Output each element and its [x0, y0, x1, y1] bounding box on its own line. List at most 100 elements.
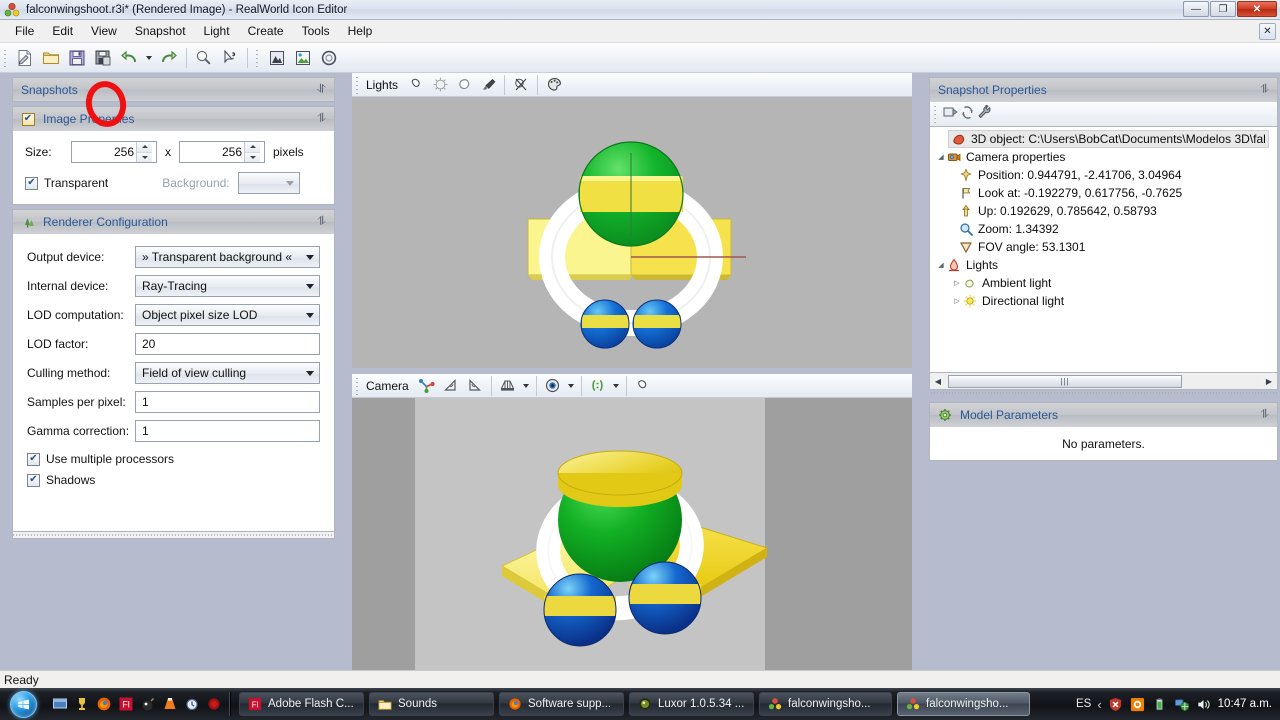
chevron-down-icon[interactable]: [281, 173, 299, 193]
width-spinner[interactable]: [71, 141, 157, 163]
new-icon[interactable]: [12, 45, 38, 71]
volume-icon[interactable]: [1196, 696, 1212, 712]
network-icon[interactable]: [1174, 696, 1190, 712]
model-parameters-header[interactable]: Model Parameters ⥮: [929, 402, 1278, 427]
expander-icon[interactable]: ▷: [952, 297, 962, 305]
scroll-right-arrow-icon[interactable]: ▶: [1261, 374, 1277, 389]
task-falconwingshoot-2[interactable]: falconwingsho...: [897, 692, 1030, 716]
light-bulb-icon[interactable]: [191, 45, 217, 71]
expander-icon[interactable]: ▷: [952, 279, 962, 287]
width-input[interactable]: [72, 143, 136, 161]
spot-light-icon[interactable]: [476, 74, 500, 96]
select-pointer-icon[interactable]: [217, 45, 243, 71]
tray-expand-chevron-icon[interactable]: ‹: [1097, 697, 1101, 712]
snapshot-panel-resize-grip[interactable]: [929, 390, 1278, 396]
lod-factor-input[interactable]: 20: [135, 333, 320, 355]
width-decrement-button[interactable]: [137, 152, 152, 162]
shadows-checkbox[interactable]: [27, 473, 40, 487]
axes-icon[interactable]: [415, 375, 439, 397]
3d-scene-viewport[interactable]: [352, 398, 912, 670]
task-falconwingshoot-1[interactable]: falconwingsho...: [759, 692, 892, 716]
menu-create[interactable]: Create: [239, 21, 293, 41]
vlc-icon[interactable]: [160, 693, 180, 715]
chevron-down-icon[interactable]: [301, 247, 319, 267]
culling-method-combo[interactable]: Field of view culling: [135, 362, 320, 384]
clock[interactable]: 10:47 a.m.: [1218, 698, 1272, 710]
output-device-combo[interactable]: » Transparent background «: [135, 246, 320, 268]
close-button[interactable]: ✕: [1237, 1, 1277, 17]
add-object-icon[interactable]: [942, 104, 959, 124]
chevron-down-icon[interactable]: [520, 375, 532, 397]
record-icon[interactable]: [204, 693, 224, 715]
lod-computation-combo[interactable]: Object pixel size LOD: [135, 304, 320, 326]
task-adobe-flash[interactable]: Fl Adobe Flash C...: [239, 692, 364, 716]
menu-snapshot[interactable]: Snapshot: [126, 21, 195, 41]
background-color-combo[interactable]: [237, 172, 300, 194]
wrench-icon[interactable]: [976, 104, 993, 124]
language-indicator[interactable]: ES: [1076, 698, 1091, 710]
chevron-down-icon[interactable]: [565, 375, 577, 397]
view-eye-dropdown-icon[interactable]: [541, 375, 565, 397]
tree-item-3d-object[interactable]: 3D object: C:\Users\BobCat\Documents\Mod…: [948, 130, 1269, 148]
mdi-close-button[interactable]: ✕: [1259, 23, 1276, 40]
task-software-support[interactable]: Software supp...: [499, 692, 624, 716]
stereo-dropdown-icon[interactable]: [586, 375, 610, 397]
use-multiple-processors-checkbox[interactable]: [27, 452, 40, 466]
gamma-correction-input[interactable]: 1: [135, 420, 320, 442]
trophy-icon[interactable]: [72, 693, 92, 715]
scrollbar-thumb[interactable]: |||: [948, 374, 1182, 388]
image-properties-header[interactable]: Image Properties ⥮: [12, 106, 335, 131]
scrollbar-track[interactable]: |||: [946, 373, 1261, 389]
minimize-button[interactable]: —: [1183, 1, 1209, 17]
transparent-checkbox[interactable]: [25, 176, 38, 190]
chevron-up-icon[interactable]: ⥮: [1260, 408, 1269, 420]
samples-per-pixel-input[interactable]: 1: [135, 391, 320, 413]
chevron-down-icon[interactable]: [301, 363, 319, 383]
image-icon[interactable]: [264, 45, 290, 71]
picture-icon[interactable]: [290, 45, 316, 71]
tree-item-up[interactable]: Up: 0.192629, 0.785642, 0.58793: [930, 202, 1277, 220]
chevron-up-icon[interactable]: ⥮: [1260, 83, 1269, 95]
height-decrement-button[interactable]: [245, 152, 260, 162]
internal-device-combo[interactable]: Ray-Tracing: [135, 275, 320, 297]
toolbar-grip-2[interactable]: [254, 46, 261, 69]
chevron-down-icon[interactable]: [301, 276, 319, 296]
tree-item-look-at[interactable]: Look at: -0.192279, 0.617756, -0.7625: [930, 184, 1277, 202]
toolbar-grip[interactable]: [2, 46, 9, 69]
menu-light[interactable]: Light: [195, 21, 239, 41]
tree-item-position[interactable]: Position: 0.944791, -2.41706, 3.04964: [930, 166, 1277, 184]
tree-toolbar-grip[interactable]: [932, 103, 939, 125]
height-increment-button[interactable]: [245, 142, 260, 153]
menu-file[interactable]: File: [6, 21, 43, 41]
camera-angle-left-icon[interactable]: [439, 375, 463, 397]
tree-item-zoom[interactable]: Zoom: 1.34392: [930, 220, 1277, 238]
tree-item-camera-properties[interactable]: ◢ Camera properties: [930, 148, 1277, 166]
height-spinner-buttons[interactable]: [244, 142, 260, 162]
tree-item-directional-light[interactable]: ▷ Directional light: [930, 292, 1277, 310]
lights-toolbar-grip[interactable]: [354, 73, 361, 96]
menu-view[interactable]: View: [82, 21, 126, 41]
task-luxor[interactable]: Luxor 1.0.5.34 ...: [629, 692, 754, 716]
bomb-icon[interactable]: [138, 693, 158, 715]
redo-icon[interactable]: [156, 45, 182, 71]
bulb-icon[interactable]: [631, 375, 655, 397]
renderer-configuration-header[interactable]: Renderer Configuration ⥮: [12, 209, 335, 234]
menu-tools[interactable]: Tools: [293, 21, 339, 41]
restore-button[interactable]: ❐: [1210, 1, 1236, 17]
rendered-image-viewport[interactable]: [352, 97, 912, 368]
save-icon[interactable]: [64, 45, 90, 71]
snapshot-properties-tree[interactable]: 3D object: C:\Users\BobCat\Documents\Mod…: [929, 127, 1278, 373]
ambient-light-icon[interactable]: [428, 74, 452, 96]
flash-icon[interactable]: Fl: [116, 693, 136, 715]
battery-icon[interactable]: [1152, 696, 1168, 712]
circle-icon[interactable]: [316, 45, 342, 71]
tree-item-fov-angle[interactable]: FOV angle: 53.1301: [930, 238, 1277, 256]
width-increment-button[interactable]: [137, 142, 152, 153]
chevron-up-icon[interactable]: ⥮: [317, 215, 326, 227]
save-as-icon[interactable]: [90, 45, 116, 71]
chevron-down-icon[interactable]: [610, 375, 622, 397]
palette-icon[interactable]: [542, 74, 566, 96]
menu-help[interactable]: Help: [339, 21, 382, 41]
chevron-up-icon[interactable]: ⥮: [317, 112, 326, 124]
camera-toolbar-grip[interactable]: [354, 374, 361, 397]
